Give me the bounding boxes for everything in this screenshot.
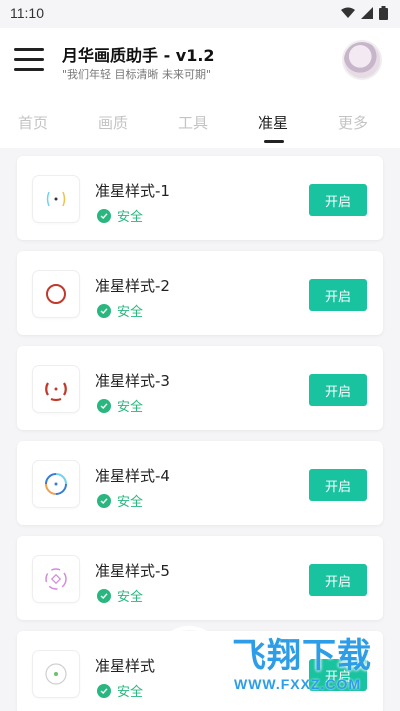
item-title: 准星样式-2 xyxy=(95,277,170,295)
crosshair-preview-icon xyxy=(33,271,79,317)
tab-tools[interactable]: 工具 xyxy=(178,112,208,133)
battery-icon xyxy=(379,6,388,20)
tab-indicator xyxy=(264,140,284,143)
list-item: 准星样式-2 安全 开启 xyxy=(17,251,383,335)
item-title: 准星样式-4 xyxy=(95,467,170,485)
wifi-icon xyxy=(341,7,355,18)
menu-icon[interactable] xyxy=(14,48,44,74)
enable-button[interactable]: 开启 xyxy=(309,279,367,311)
status-text: 安全 xyxy=(117,210,144,225)
enable-button[interactable]: 开启 xyxy=(309,184,367,216)
avatar[interactable] xyxy=(342,40,382,80)
item-title: 准星样式-1 xyxy=(95,182,170,200)
enable-button[interactable]: 开启 xyxy=(309,659,367,691)
tab-crosshair[interactable]: 准星 xyxy=(258,112,288,133)
status-badge: 安全 xyxy=(97,206,143,225)
status-badge: 安全 xyxy=(97,586,143,605)
list-item: 准星样式-3 安全 开启 xyxy=(17,346,383,430)
status-text: 安全 xyxy=(117,400,144,415)
list-item: 准星样式 安全 开启 xyxy=(17,631,383,711)
app-subtitle: "我们年轻 目标清晰 未来可期" xyxy=(62,68,212,81)
check-shield-icon xyxy=(97,303,111,318)
status-time: 11:10 xyxy=(10,5,44,21)
status-text: 安全 xyxy=(117,685,144,700)
crosshair-preview-icon xyxy=(33,651,79,697)
list-item: 准星样式-5 安全 开启 xyxy=(17,536,383,620)
tab-quality[interactable]: 画质 xyxy=(98,112,128,133)
list-item: 准星样式-1 安全 开启 xyxy=(17,156,383,240)
enable-button[interactable]: 开启 xyxy=(309,564,367,596)
list-item: 准星样式-4 安全 开启 xyxy=(17,441,383,525)
app-title: 月华画质助手 - v1.2 xyxy=(62,46,215,65)
status-badge: 安全 xyxy=(97,491,143,510)
tab-home[interactable]: 首页 xyxy=(18,112,48,133)
crosshair-preview-icon xyxy=(33,176,79,222)
tab-bar: 首页 画质 工具 准星 更多 xyxy=(0,98,400,148)
status-icons xyxy=(341,6,388,20)
status-badge: 安全 xyxy=(97,681,143,700)
app-header: 月华画质助手 - v1.2 "我们年轻 目标清晰 未来可期" xyxy=(0,28,400,98)
tab-more[interactable]: 更多 xyxy=(338,112,368,133)
check-shield-icon xyxy=(97,493,111,508)
status-text: 安全 xyxy=(117,590,144,605)
status-text: 安全 xyxy=(117,495,144,510)
crosshair-preview-icon xyxy=(33,366,79,412)
item-title: 准星样式 xyxy=(95,657,156,675)
check-shield-icon xyxy=(97,683,111,698)
item-title: 准星样式-3 xyxy=(95,372,170,390)
check-shield-icon xyxy=(97,208,111,223)
enable-button[interactable]: 开启 xyxy=(309,374,367,406)
status-bar: 11:10 xyxy=(0,0,400,28)
check-shield-icon xyxy=(97,398,111,413)
signal-icon xyxy=(361,7,373,19)
item-title: 准星样式-5 xyxy=(95,562,170,580)
status-badge: 安全 xyxy=(97,396,143,415)
crosshair-preview-icon xyxy=(33,556,79,602)
crosshair-preview-icon xyxy=(33,461,79,507)
enable-button[interactable]: 开启 xyxy=(309,469,367,501)
check-shield-icon xyxy=(97,588,111,603)
status-text: 安全 xyxy=(117,305,144,320)
status-badge: 安全 xyxy=(97,301,143,320)
